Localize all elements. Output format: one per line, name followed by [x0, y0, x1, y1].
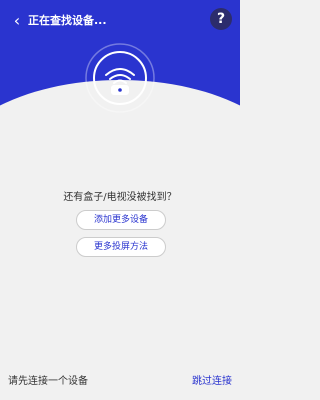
titlebar: ‹ 正在查找设备...	[0, 10, 240, 32]
not-found-prompt: 还有盒子/电视没被找到？	[63, 192, 177, 203]
radar-icon	[85, 43, 155, 113]
page-title: 正在查找设备...	[28, 14, 107, 27]
hero-banner: ‹ 正在查找设备... ?	[0, 0, 240, 140]
help-button[interactable]: ?	[210, 8, 232, 30]
skip-connect-link[interactable]: 跳过连接	[192, 372, 232, 392]
connect-hint: 请先连接一个设备	[8, 376, 88, 387]
back-icon[interactable]: ‹	[8, 12, 26, 30]
add-more-devices-button[interactable]: 添加更多设备	[76, 210, 166, 230]
footer-bar: 请先连接一个设备 跳过连接	[0, 372, 240, 400]
more-cast-methods-button[interactable]: 更多投屏方法	[76, 237, 166, 257]
question-icon: ?	[216, 11, 226, 27]
